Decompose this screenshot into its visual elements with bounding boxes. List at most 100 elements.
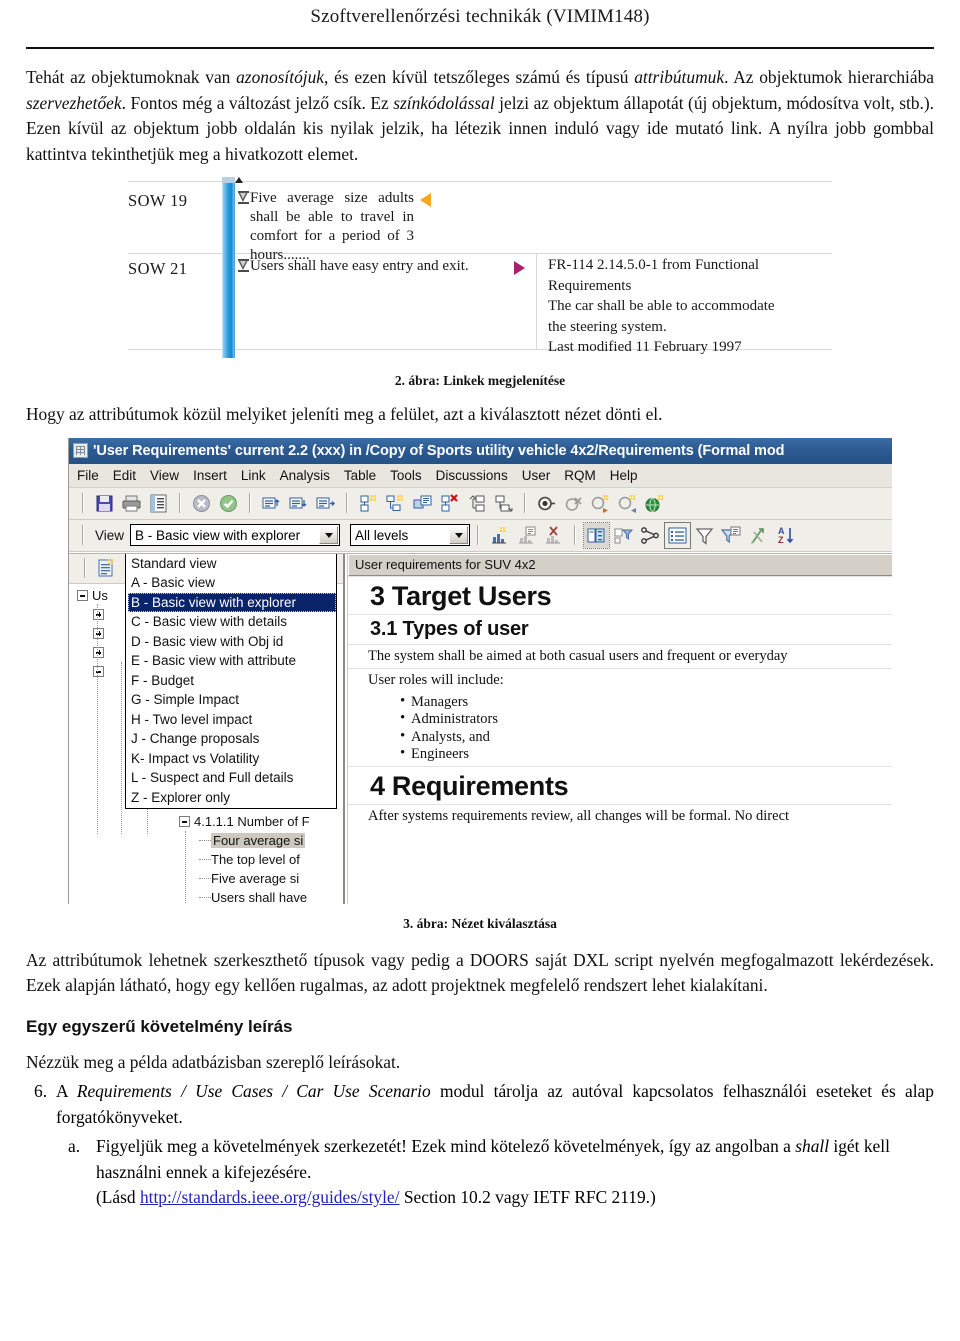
- lettered-list: a. Figyeljük meg a követelmények szerkez…: [26, 1134, 934, 1211]
- doors-application-window: 'User Requirements' current 2.2 (xxx) in…: [68, 437, 892, 904]
- duplicate-object-icon[interactable]: [410, 491, 435, 516]
- tree-row[interactable]: 4.1.1.1 Number of F: [69, 812, 343, 831]
- list-item-a: a. Figyeljük meg a követelmények szerkez…: [68, 1134, 934, 1211]
- sort-arrows-icon[interactable]: [746, 523, 771, 548]
- accept-edit-icon[interactable]: [216, 491, 241, 516]
- create-histogram-icon[interactable]: [487, 523, 512, 548]
- outline-levels-icon[interactable]: [583, 521, 611, 549]
- dropdown-option-j-change-proposals[interactable]: J - Change proposals: [128, 729, 336, 749]
- menu-item-table[interactable]: Table: [344, 468, 376, 483]
- filter-column-icon[interactable]: [611, 523, 636, 548]
- menu-item-user[interactable]: User: [522, 468, 551, 483]
- collapse-toggle-icon[interactable]: [77, 589, 88, 601]
- ieee-style-guide-link[interactable]: http://standards.ieee.org/guides/style/: [140, 1187, 400, 1207]
- tree-row[interactable]: Five average si: [69, 869, 343, 888]
- numbered-list: 6. A Requirements / Use Cases / Car Use …: [26, 1079, 934, 1130]
- toolbar-separator: [477, 525, 480, 545]
- demote-object-icon[interactable]: [491, 491, 516, 516]
- cancel-edit-icon[interactable]: [189, 491, 214, 516]
- link-delete-icon[interactable]: [561, 491, 586, 516]
- insert-object-below-icon[interactable]: [286, 491, 311, 516]
- outgoing-link-arrow-icon[interactable]: [514, 261, 525, 275]
- figure-2-caption: 2. ábra: Linkek megjelenítése: [394, 373, 566, 388]
- main-toolbar: [69, 487, 892, 520]
- sort-az-icon[interactable]: AZ: [773, 523, 798, 548]
- dropdown-option-g-simple-impact[interactable]: G - Simple Impact: [128, 690, 336, 710]
- dropdown-option-h-two-level-impact[interactable]: H - Two level impact: [128, 710, 336, 730]
- menu-item-help[interactable]: Help: [610, 468, 638, 483]
- expand-toggle-icon[interactable]: [93, 646, 104, 658]
- filter-icon[interactable]: [692, 523, 717, 548]
- menu-item-tools[interactable]: Tools: [390, 468, 422, 483]
- print-preview-icon[interactable]: [146, 491, 171, 516]
- explorer-pane: Us 4.1.1.1 Number of F Four average si T…: [69, 553, 345, 904]
- tree-row[interactable]: The top level of: [69, 850, 343, 869]
- insert-object-above-icon[interactable]: [259, 491, 284, 516]
- menu-item-rqm[interactable]: RQM: [564, 468, 596, 483]
- collapse-toggle-icon[interactable]: [93, 665, 104, 677]
- link-start-icon[interactable]: [534, 491, 559, 516]
- menu-item-view[interactable]: View: [150, 468, 179, 483]
- level-combobox-value: All levels: [355, 527, 409, 543]
- view-combobox[interactable]: B - Basic view with explorer: [130, 524, 341, 546]
- document-body: 3 Target Users 3.1 Types of user The sys…: [348, 575, 892, 828]
- item-a-shall: shall: [795, 1136, 830, 1156]
- view-label: View: [95, 527, 125, 543]
- link-outgoing-icon[interactable]: [588, 491, 613, 516]
- figure-2-canvas: SOW 19 Five average size adults shall be…: [128, 177, 832, 361]
- dropdown-option-z-explorer-only[interactable]: Z - Explorer only: [128, 788, 336, 808]
- edit-histogram-icon[interactable]: [514, 523, 539, 548]
- dropdown-option-l-suspect-and-full-details[interactable]: L - Suspect and Full details: [128, 768, 336, 788]
- intro-em-4: színkódolással: [393, 92, 495, 113]
- level-combobox[interactable]: All levels: [350, 524, 471, 546]
- header-divider: [26, 47, 934, 49]
- list-marker: 6.: [34, 1081, 48, 1101]
- hierarchy-branch-icon[interactable]: [383, 491, 408, 516]
- section-heading: Egy egyszerű követelmény leírás: [26, 1016, 293, 1036]
- tree-row[interactable]: Users shall have: [69, 888, 343, 904]
- menu-item-analysis[interactable]: Analysis: [280, 468, 330, 483]
- expand-toggle-icon[interactable]: [93, 608, 104, 620]
- item6-pre: A: [56, 1081, 77, 1101]
- traceability-explorer-icon[interactable]: [638, 523, 663, 548]
- attribute-list-icon[interactable]: [664, 521, 692, 549]
- promote-object-icon[interactable]: [464, 491, 489, 516]
- column-divider: [536, 253, 537, 349]
- dropdown-option-b-basic-view-with-explorer[interactable]: B - Basic view with explorer: [128, 592, 336, 612]
- toolbar-separator: [84, 558, 86, 578]
- save-icon[interactable]: [92, 491, 117, 516]
- chevron-down-icon[interactable]: [319, 526, 339, 544]
- menu-item-link[interactable]: Link: [241, 468, 266, 483]
- dropdown-option-a-basic-view[interactable]: A - Basic view: [128, 573, 336, 593]
- delete-object-icon[interactable]: [437, 491, 462, 516]
- module-icon: [73, 443, 88, 458]
- collapse-toggle-icon[interactable]: [179, 815, 190, 827]
- hierarchy-new-icon[interactable]: [356, 491, 381, 516]
- tree-row[interactable]: Four average si: [69, 831, 343, 850]
- dropdown-option-c-basic-view-with-details[interactable]: C - Basic view with details: [128, 612, 336, 632]
- dropdown-option-d-basic-view-with-obj-id[interactable]: D - Basic view with Obj id: [128, 632, 336, 652]
- link-incoming-icon[interactable]: [615, 491, 640, 516]
- figure-2-links-display: SOW 19 Five average size adults shall be…: [0, 177, 960, 363]
- dropdown-option-k-impact-vs-volatility[interactable]: K- Impact vs Volatility: [128, 749, 336, 769]
- menu-item-edit[interactable]: Edit: [113, 468, 136, 483]
- chevron-down-icon[interactable]: [449, 526, 469, 544]
- view-dropdown-list[interactable]: Standard view A - Basic view B - Basic v…: [125, 553, 337, 809]
- menu-item-insert[interactable]: Insert: [193, 468, 227, 483]
- tree-item-label: The top level of: [211, 851, 300, 867]
- expand-toggle-icon[interactable]: [93, 627, 104, 639]
- advanced-filter-icon[interactable]: [719, 523, 744, 548]
- dropdown-option-f-budget[interactable]: F - Budget: [128, 671, 336, 691]
- print-icon[interactable]: [119, 491, 144, 516]
- toolbar-separator: [574, 525, 577, 545]
- insert-object-right-icon[interactable]: [313, 491, 338, 516]
- dropdown-option-standard-view[interactable]: Standard view: [128, 554, 336, 574]
- menu-item-file[interactable]: File: [77, 468, 99, 483]
- external-link-globe-icon[interactable]: [642, 491, 667, 516]
- menu-item-discussions[interactable]: Discussions: [436, 468, 508, 483]
- item-a-seg-1: Figyeljük meg a követelmények szerkezeté…: [96, 1136, 796, 1156]
- item-a-seg-3: (Lásd: [96, 1187, 140, 1207]
- delete-histogram-icon[interactable]: [541, 523, 566, 548]
- dropdown-option-e-basic-view-with-attribute[interactable]: E - Basic view with attribute: [128, 651, 336, 671]
- new-document-icon[interactable]: [94, 556, 119, 581]
